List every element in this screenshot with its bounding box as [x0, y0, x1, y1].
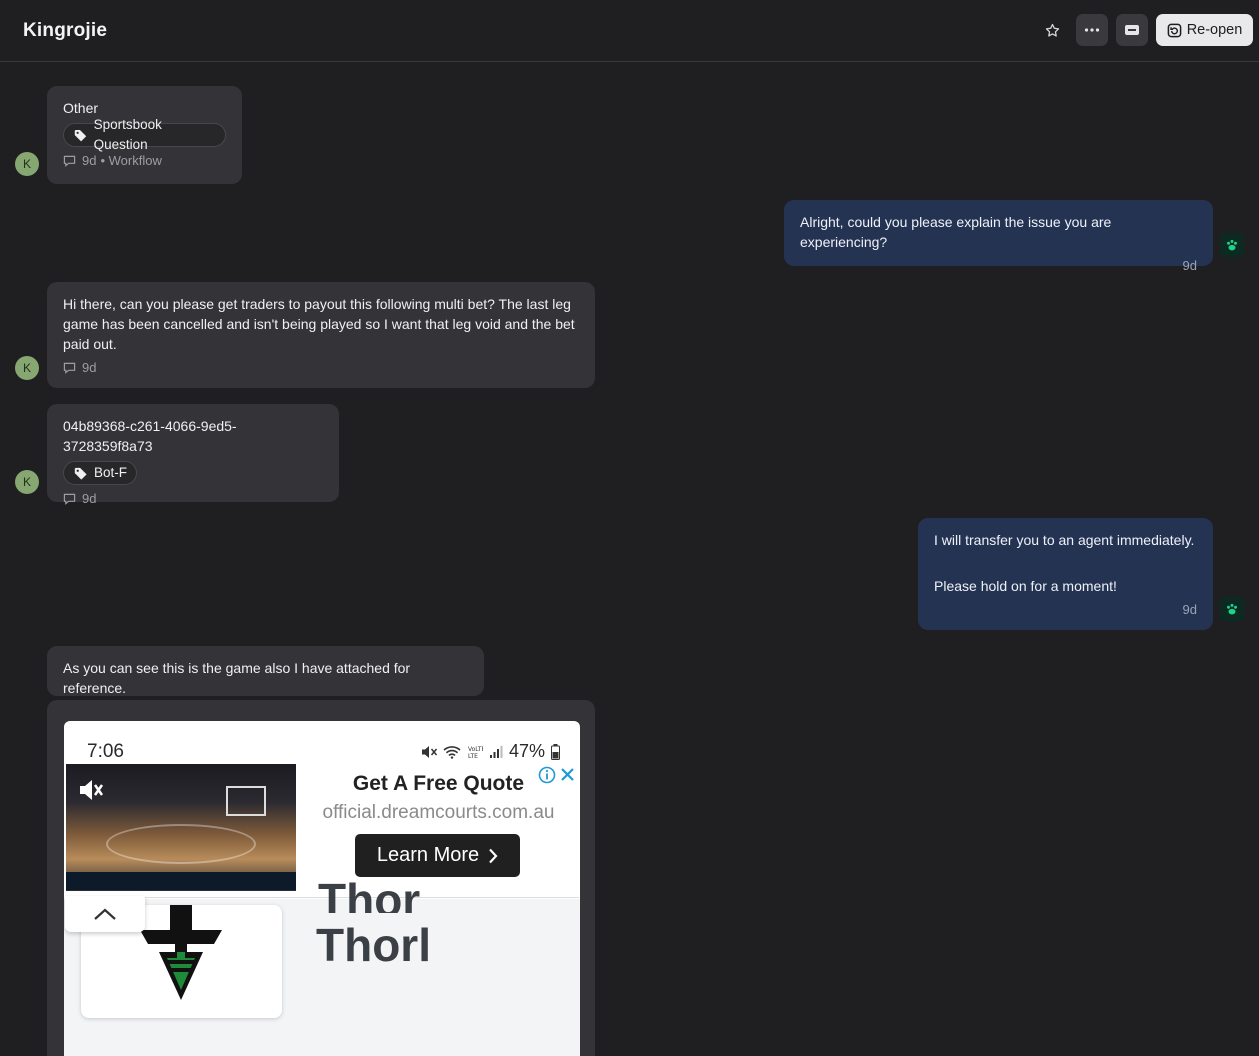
muted-speaker-icon[interactable] — [78, 778, 104, 802]
mute-icon — [421, 745, 437, 758]
message-time: 9d — [1182, 602, 1197, 617]
message-text: 04b89368-c261-4066-9ed5-3728359f8a73 — [63, 418, 237, 454]
message-time: 9d — [82, 491, 97, 506]
bot-avatar — [1220, 597, 1244, 621]
outgoing-message: I will transfer you to an agent immediat… — [918, 518, 1213, 630]
contact-avatar: K — [15, 356, 39, 380]
reopen-label: Re-open — [1186, 22, 1243, 38]
message-time: 9d — [1182, 258, 1197, 273]
paw-icon — [1227, 239, 1237, 251]
ad-url[interactable]: official.dreamcourts.com.au — [298, 802, 579, 824]
chevron-up-icon — [94, 908, 116, 920]
contact-name: Kingrojie — [23, 20, 108, 41]
attachment-image[interactable]: 7:06 VoLTELTE 47% Get A Free Quote offic… — [64, 721, 580, 1056]
star-button[interactable] — [1037, 14, 1067, 46]
contact-avatar: K — [15, 152, 39, 176]
message-tag: Sportsbook Question — [63, 117, 226, 152]
more-icon — [1084, 28, 1100, 32]
paw-icon — [1227, 603, 1237, 615]
message-line-1: I will transfer you to an agent immediat… — [934, 532, 1195, 548]
lte-icon: VoLTELTE — [468, 746, 483, 759]
scroll-up-button[interactable] — [65, 896, 145, 932]
message-text: Hi there, can you please get traders to … — [63, 296, 575, 352]
more-options-button[interactable] — [1076, 14, 1108, 46]
incoming-message: As you can see this is the game also I h… — [47, 646, 484, 696]
battery-level: 47% — [508, 741, 545, 761]
ticket-button[interactable] — [1116, 14, 1148, 46]
battery-icon — [551, 743, 560, 760]
ad-close-icon[interactable] — [560, 767, 575, 782]
bot-avatar — [1220, 233, 1244, 257]
tag-label: Sportsbook Question — [93, 117, 162, 152]
status-bar-icons: VoLTELTE 47% — [421, 741, 560, 762]
ad-cta-button[interactable]: Learn More — [355, 834, 520, 877]
star-icon — [1045, 23, 1059, 37]
reopen-button[interactable]: Re-open — [1156, 14, 1253, 46]
outgoing-message: Alright, could you please explain the is… — [784, 200, 1213, 273]
page-heading-partial: Thor — [318, 877, 421, 913]
tag-icon — [74, 129, 87, 141]
ad-cta-label: Learn More — [376, 844, 480, 866]
ticket-icon — [1125, 25, 1139, 35]
ad-video-thumbnail[interactable] — [66, 764, 296, 891]
message-time: 9d — [82, 360, 97, 375]
wifi-icon — [443, 745, 461, 759]
chevron-right-icon — [489, 848, 498, 863]
signal-icon — [489, 745, 503, 758]
tag-icon — [74, 467, 87, 480]
chat-icon — [63, 362, 76, 374]
ad-headline[interactable]: Get A Free Quote — [298, 772, 579, 796]
team-logo — [140, 905, 222, 1000]
reopen-icon — [1167, 23, 1182, 37]
message-meta: 9d — [63, 358, 579, 378]
message-time: 9d — [82, 153, 97, 168]
message-source: • Workflow — [100, 153, 162, 168]
message-meta: 9d — [63, 489, 323, 509]
incoming-message: 04b89368-c261-4066-9ed5-3728359f8a73 Bot… — [47, 404, 339, 506]
message-text: As you can see this is the game also I h… — [63, 660, 411, 696]
svg-text:VoLTE: VoLTE — [468, 746, 483, 753]
incoming-message: Other Sportsbook Question 9d • Workflow — [47, 86, 242, 184]
ad-info-icon[interactable] — [538, 766, 556, 784]
message-tag: Bot-F — [63, 461, 138, 485]
incoming-message: Hi there, can you please get traders to … — [47, 282, 595, 388]
message-line-2: Please hold on for a moment! — [934, 578, 1117, 594]
svg-text:LTE: LTE — [468, 753, 478, 759]
chat-icon — [63, 493, 76, 505]
tag-label: Bot-F — [94, 465, 128, 480]
chat-icon — [63, 155, 76, 167]
conversation-header: Kingrojie Re-open — [0, 0, 1259, 62]
status-time: 7:06 — [87, 741, 124, 762]
message-text: Alright, could you please explain the is… — [800, 214, 1112, 250]
contact-avatar: K — [15, 470, 39, 494]
page-heading: Thorl — [316, 919, 431, 971]
